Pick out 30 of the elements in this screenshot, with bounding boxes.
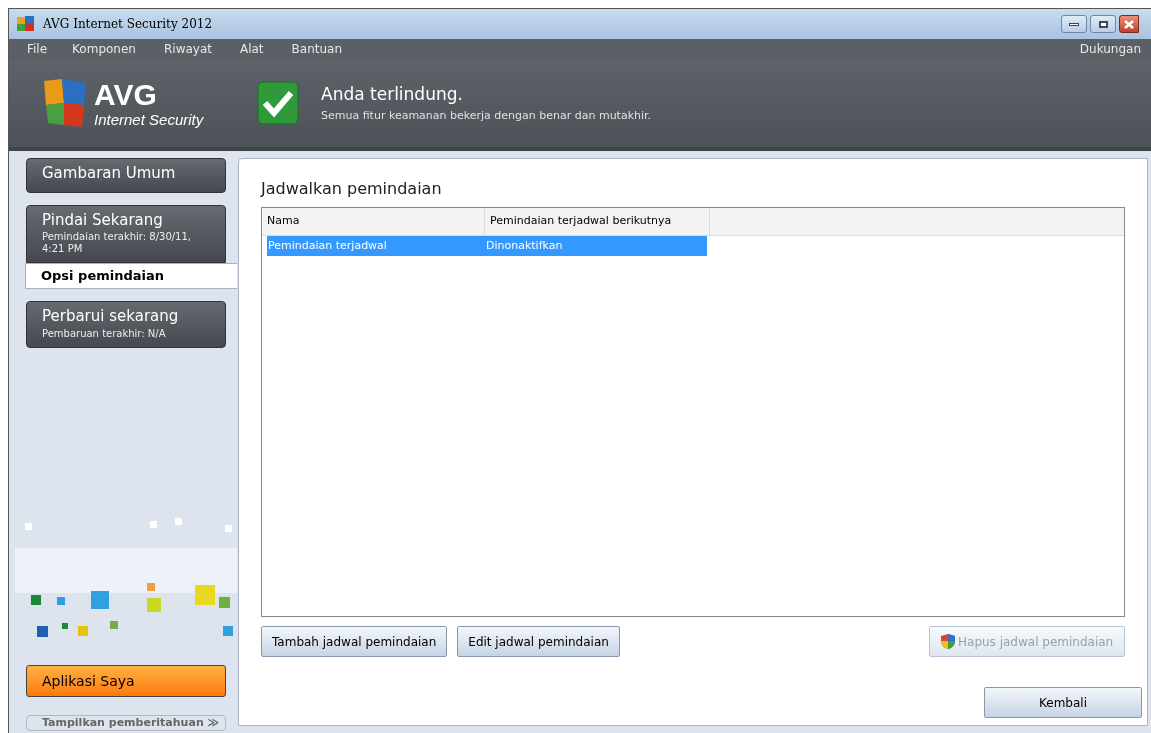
- app-logo-icon: [17, 16, 35, 32]
- panel-title: Jadwalkan pemindaian: [259, 178, 443, 200]
- menu-item[interactable]: Dukungan: [1079, 40, 1141, 58]
- my-apps-button[interactable]: Aplikasi Saya: [26, 665, 226, 697]
- sidebar-subitem[interactable]: Opsi pemindaian: [25, 263, 237, 289]
- logo-product-text: Internet Security: [94, 111, 204, 127]
- status-title: Anda terlindung.: [321, 83, 464, 106]
- minimize-button[interactable]: [1061, 15, 1087, 33]
- column-header[interactable]: Pemindaian terjadwal berikutnya: [485, 208, 710, 235]
- sidebar-section-button[interactable]: Pindai Sekarang Pemindaian terakhir: 8/30/11, 4:21 PM: [26, 204, 226, 263]
- show-notifications-button[interactable]: Tampilkan pemberitahuan ≫: [26, 715, 226, 731]
- status-text: Semua fitur keamanan bekerja dengan benar dan mutakhir.: [321, 107, 652, 124]
- sidebar-section-button[interactable]: Perbarui sekarang Pembaruan terakhir: N/A: [26, 301, 226, 348]
- menu-item[interactable]: Riwayat: [163, 40, 212, 58]
- window-title: AVG Internet Security 2012: [43, 16, 213, 33]
- shield-icon: [940, 633, 956, 650]
- close-button[interactable]: [1119, 15, 1139, 33]
- column-header[interactable]: Nama: [262, 208, 485, 235]
- back-button[interactable]: Kembali: [984, 687, 1142, 718]
- menu-item[interactable]: Komponen: [72, 40, 136, 58]
- checkmark-icon: [257, 81, 299, 125]
- menu-item[interactable]: Bantuan: [291, 40, 343, 58]
- maximize-button[interactable]: [1090, 15, 1116, 33]
- close-icon: [1124, 19, 1134, 29]
- action-button[interactable]: Tambah jadwal pemindaian: [261, 626, 448, 657]
- logo-text: AVG: [94, 79, 158, 110]
- menu-item[interactable]: Alat: [239, 40, 264, 58]
- action-button[interactable]: Edit jadwal pemindaian: [457, 626, 620, 657]
- sidebar-section-button[interactable]: Gambaran Umum: [26, 158, 226, 193]
- menu-item[interactable]: File: [27, 40, 48, 58]
